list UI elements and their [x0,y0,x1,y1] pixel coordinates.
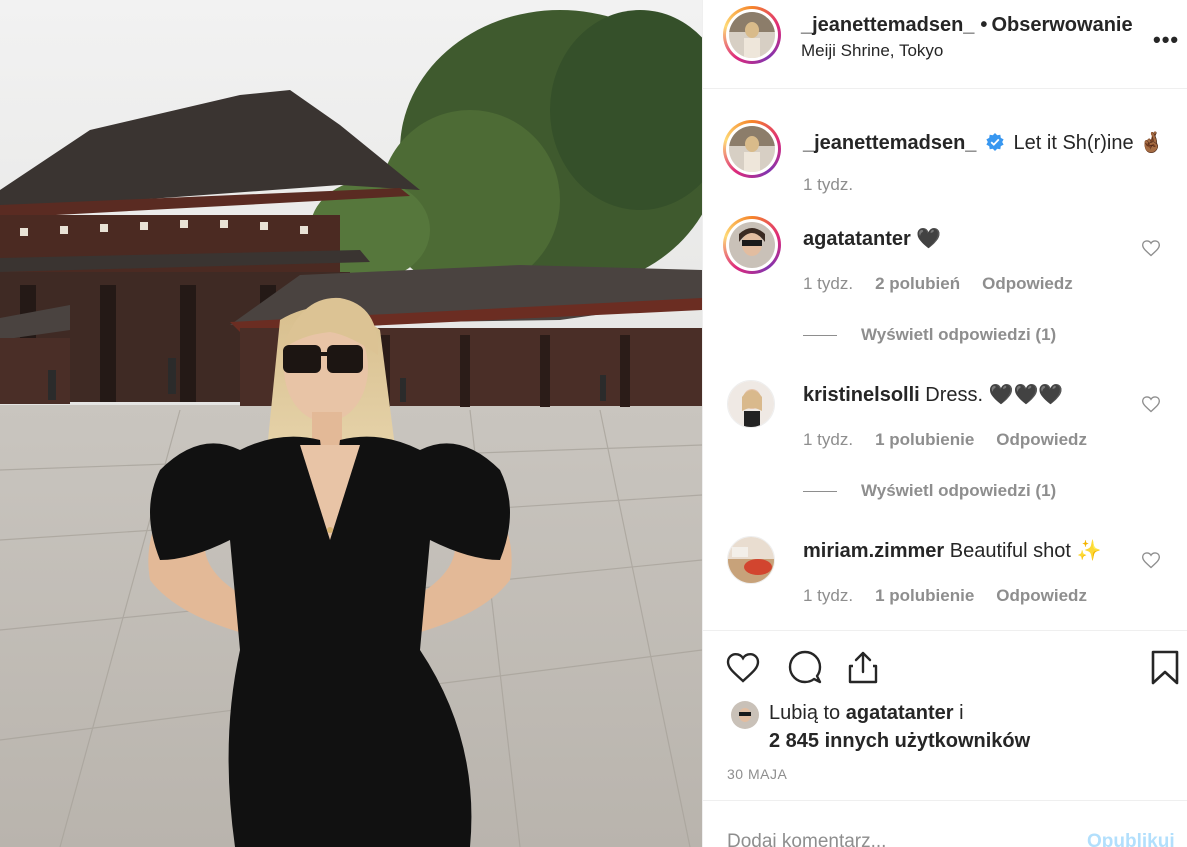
comment-bubble-icon[interactable] [785,647,825,687]
comment-username[interactable]: miriam.zimmer [803,540,944,562]
comment-like-heart-icon[interactable] [1141,550,1161,570]
reply-button[interactable]: Odpowiedz [996,430,1087,449]
post-date[interactable]: 30 MAJA [727,766,787,782]
caption-author-avatar[interactable] [723,120,781,178]
comment-username[interactable]: agatatanter [803,228,911,250]
comment-avatar[interactable] [727,380,775,428]
likes-count-link[interactable]: 2 845 innych użytkowników [769,730,1030,752]
comment-time[interactable]: 1 tydz. [803,586,853,605]
post-location[interactable]: Meiji Shrine, Tokyo [801,41,943,61]
comment-username[interactable]: kristinelsolli [803,384,920,406]
caption-avatar-image [729,126,775,172]
reply-button[interactable]: Odpowiedz [982,274,1073,293]
post-photo[interactable] [0,0,702,847]
view-replies-button[interactable]: Wyświetl odpowiedzi (1) [803,325,1056,345]
comment-text: Beautiful shot ✨ [949,540,1102,562]
likes-summary: Lubią to agatatanter i 2 845 innych użyt… [769,699,1030,755]
post-image [0,0,702,847]
likes-prefix: Lubią to [769,702,841,724]
likes-conj: i [959,702,964,724]
comment-time[interactable]: 1 tydz. [803,274,853,293]
more-options-icon[interactable]: ••• [1153,27,1179,53]
comment-input[interactable]: Dodaj komentarz... [727,831,886,847]
verified-badge-icon [986,133,1004,151]
comment-avatar[interactable] [723,216,781,274]
header-username[interactable]: _jeanettemadsen_ [801,14,974,36]
save-bookmark-icon[interactable] [1145,647,1185,687]
view-replies-button[interactable]: Wyświetl odpowiedzi (1) [803,481,1056,501]
comment-1: agatatanter 🖤 [803,226,941,251]
comment-2: kristinelsolli Dress. 🖤🖤🖤 [803,382,1063,407]
like-heart-icon[interactable] [723,647,763,687]
author-avatar-image [729,12,775,58]
comment-text: 🖤 [916,228,942,250]
comment-like-heart-icon[interactable] [1141,394,1161,414]
add-comment-section: Dodaj komentarz... Opublikuj [703,800,1187,847]
caption: _jeanettemadsen_ Let it Sh(r)ine 🤞🏾 [803,130,1164,155]
comment-likes-count[interactable]: 1 polubienie [875,430,974,449]
view-replies-label: Wyświetl odpowiedzi (1) [861,481,1057,500]
comment-meta: 1 tydz. 2 polubień Odpowiedz [803,274,1095,294]
view-replies-label: Wyświetl odpowiedzi (1) [861,325,1057,344]
commenter-avatar-image [729,222,775,268]
liker-avatar[interactable] [731,701,759,729]
replies-divider [803,491,837,493]
comment-likes-count[interactable]: 1 polubienie [875,586,974,605]
comment-meta: 1 tydz. 1 polubienie Odpowiedz [803,430,1109,450]
comment-text: Dress. 🖤🖤🖤 [925,384,1064,406]
replies-divider [803,335,837,337]
caption-text: Let it Sh(r)ine 🤞🏾 [1013,132,1165,154]
publish-button[interactable]: Opublikuj [1087,831,1175,847]
post-actions: Lubią to agatatanter i 2 845 innych użyt… [703,630,1187,800]
caption-username[interactable]: _jeanettemadsen_ [803,132,976,154]
comment-3: miriam.zimmer Beautiful shot ✨ [803,538,1101,563]
comment-meta: 1 tydz. 1 polubienie Odpowiedz [803,586,1109,606]
comment-like-heart-icon[interactable] [1141,238,1161,258]
comment-avatar[interactable] [727,536,775,584]
commenter-avatar-image [728,537,774,583]
post-details-panel: _jeanettemadsen_ • Obserwowanie Meiji Shri… [702,0,1187,847]
commenter-avatar-image [728,381,774,427]
caption-time[interactable]: 1 tydz. [803,175,853,194]
caption-meta: 1 tydz. [803,175,875,195]
share-icon[interactable] [843,647,883,687]
comment-time[interactable]: 1 tydz. [803,430,853,449]
liker-username[interactable]: agatatanter [846,702,954,724]
liker-avatar-image [731,701,759,729]
author-avatar[interactable] [723,6,781,64]
comments-list[interactable]: _jeanettemadsen_ Let it Sh(r)ine 🤞🏾 1 ty… [703,90,1187,630]
reply-button[interactable]: Odpowiedz [996,586,1087,605]
follow-status-button[interactable]: Obserwowanie [991,14,1132,36]
comment-likes-count[interactable]: 2 polubień [875,274,960,293]
post-header: _jeanettemadsen_ • Obserwowanie Meiji Shri… [703,0,1187,89]
header-separator: • [980,14,988,36]
